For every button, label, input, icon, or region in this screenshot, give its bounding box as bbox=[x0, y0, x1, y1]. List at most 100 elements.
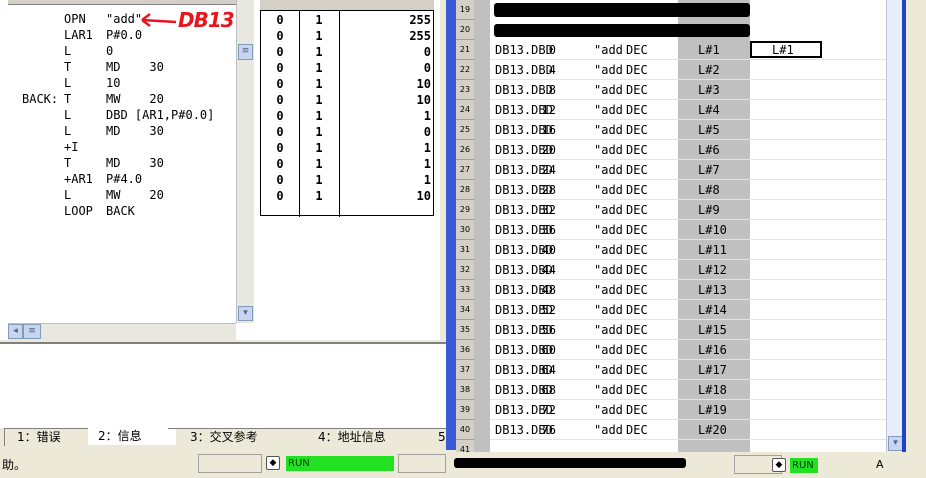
row-number[interactable]: 30 bbox=[456, 220, 474, 240]
tab-info[interactable]: 2：信息 bbox=[88, 428, 176, 445]
code-line[interactable]: LOOP BACK bbox=[0, 203, 240, 219]
table-row[interactable]: DB13.DBD 48 "add DEC L#13 bbox=[490, 280, 886, 300]
row-number[interactable]: 26 bbox=[456, 140, 474, 160]
table-row[interactable]: DB13.DBD 72 "add DEC L#19 bbox=[490, 400, 886, 420]
table-row[interactable]: DB13.DBD 68 "add DEC L#18 bbox=[490, 380, 886, 400]
code-operand: P#0.0 bbox=[106, 28, 143, 42]
tab-errors[interactable]: 1：错误 bbox=[4, 428, 99, 446]
offset-cell: 52 bbox=[541, 303, 556, 317]
code-vertical-scrollbar[interactable]: ≡ ▾ bbox=[236, 0, 254, 323]
table-row[interactable]: DB13.DBD 60 "add DEC L#16 bbox=[490, 340, 886, 360]
stl-code-editor[interactable]: OPN "add" LAR1 P#0.0 L 0 T MD 30 L 10 BACK: T MW 20 L… bbox=[0, 0, 255, 340]
code-line[interactable]: T MD 30 bbox=[0, 59, 240, 75]
code-line[interactable]: +AR1 P#4.0 bbox=[0, 171, 240, 187]
table-row[interactable]: DB13.DBD 76 "add DEC L#20 bbox=[490, 420, 886, 440]
code-line[interactable]: L 10 bbox=[0, 75, 240, 91]
symbol-cell: "add bbox=[594, 363, 623, 377]
status-accu: 10 bbox=[416, 189, 431, 203]
row-number[interactable]: 28 bbox=[456, 180, 474, 200]
table-row[interactable]: DB13.DBD 64 "add DEC L#17 bbox=[490, 360, 886, 380]
row-number[interactable]: 24 bbox=[456, 100, 474, 120]
row-number[interactable]: 20 bbox=[456, 20, 474, 40]
code-line[interactable]: L0 bbox=[0, 43, 240, 59]
symbol-cell: "add bbox=[594, 183, 623, 197]
row-number[interactable]: 33 bbox=[456, 280, 474, 300]
offset-cell: 16 bbox=[541, 123, 556, 137]
row-number[interactable]: 35 bbox=[456, 320, 474, 340]
modify-value-cell[interactable]: L#1 bbox=[772, 40, 794, 60]
status-value-cell: L#7 bbox=[698, 163, 720, 177]
code-operator: T bbox=[64, 156, 72, 170]
row-number[interactable]: 21 bbox=[456, 40, 474, 60]
table-row[interactable]: DB13.DBD 44 "add DEC L#12 bbox=[490, 260, 886, 280]
row-number[interactable]: 34 bbox=[456, 300, 474, 320]
row-number[interactable]: 23 bbox=[456, 80, 474, 100]
row-number[interactable]: 36 bbox=[456, 340, 474, 360]
status-sta: 1 bbox=[315, 141, 323, 155]
code-operand: MD 30 bbox=[106, 124, 164, 138]
table-row[interactable]: DB13.DBD 12 "add DEC L#4 bbox=[490, 100, 886, 120]
code-horizontal-scrollbar[interactable]: ◂ ≡ bbox=[8, 323, 236, 340]
table-row[interactable]: DB13.DBD 32 "add DEC L#9 bbox=[490, 200, 886, 220]
scroll-down-icon[interactable]: ▾ bbox=[238, 306, 253, 321]
code-line[interactable]: L DBD [AR1,P#0.0] bbox=[0, 107, 240, 123]
table-row[interactable]: DB13.DBD 56 "add DEC L#15 bbox=[490, 320, 886, 340]
status-accu: 10 bbox=[416, 77, 431, 91]
row-number[interactable]: 37 bbox=[456, 360, 474, 380]
table-row[interactable]: DB13.DBD 0 "add DEC L#1 L#1 bbox=[490, 40, 886, 60]
table-row[interactable]: DB13.DBD 20 "add DEC L#6 bbox=[490, 140, 886, 160]
row-number[interactable]: 31 bbox=[456, 240, 474, 260]
hscroll-thumb[interactable]: ≡ bbox=[23, 324, 41, 339]
row-number[interactable]: 19 bbox=[456, 0, 474, 20]
table-row[interactable]: DB13.DBD 4 "add DEC L#2 bbox=[490, 60, 886, 80]
table-row[interactable]: DB13.DBD 40 "add DEC L#11 bbox=[490, 240, 886, 260]
format-cell: DEC bbox=[626, 243, 648, 257]
offset-cell: 24 bbox=[541, 163, 556, 177]
status-pane: 0 1 255 0 1 255 0 1 0 0 1 0 0 1 10 0 1 10 0 1 1 0 1 0 0 1 1 0 1 1 0 1 1 0… bbox=[254, 0, 440, 340]
code-line[interactable]: L MD 30 bbox=[0, 123, 240, 139]
table-row[interactable]: DB13.DBD 16 "add DEC L#5 bbox=[490, 120, 886, 140]
offset-cell: 4 bbox=[548, 63, 556, 77]
scroll-down-icon[interactable]: ▾ bbox=[888, 436, 903, 451]
row-number[interactable]: 32 bbox=[456, 260, 474, 280]
table-vertical-scrollbar[interactable]: ▾ bbox=[886, 0, 903, 452]
code-line[interactable]: +I bbox=[0, 139, 240, 155]
tab-cross-reference[interactable]: 3：交叉参考 bbox=[168, 428, 302, 446]
status-sta: 1 bbox=[315, 157, 323, 171]
status-row: 0 1 1 bbox=[261, 172, 435, 188]
code-line[interactable]: T MD 30 bbox=[0, 155, 240, 171]
status-rlo: 0 bbox=[276, 13, 284, 27]
row-number[interactable]: 22 bbox=[456, 60, 474, 80]
row-number[interactable]: 25 bbox=[456, 120, 474, 140]
table-row[interactable]: DB13.DBD 36 "add DEC L#10 bbox=[490, 220, 886, 240]
output-panel bbox=[0, 342, 446, 428]
status-value-cell: L#13 bbox=[698, 283, 727, 297]
status-accu: 255 bbox=[409, 13, 431, 27]
symbol-cell: "add bbox=[594, 163, 623, 177]
offset-cell: 48 bbox=[541, 283, 556, 297]
symbol-cell: "add bbox=[594, 103, 623, 117]
cpu-status-icon: ◆ bbox=[266, 456, 280, 470]
row-number[interactable]: 27 bbox=[456, 160, 474, 180]
row-number[interactable]: 40 bbox=[456, 420, 474, 440]
table-row[interactable]: DB13.DBD 28 "add DEC L#8 bbox=[490, 180, 886, 200]
row-number[interactable]: 38 bbox=[456, 380, 474, 400]
scroll-left-icon[interactable]: ◂ bbox=[8, 324, 23, 339]
status-rlo: 0 bbox=[276, 157, 284, 171]
row-number[interactable]: 39 bbox=[456, 400, 474, 420]
table-row[interactable]: DB13.DBD 24 "add DEC L#7 bbox=[490, 160, 886, 180]
code-line[interactable]: L MW 20 bbox=[0, 187, 240, 203]
symbol-cell: "add bbox=[594, 63, 623, 77]
table-row[interactable]: DB13.DBD 52 "add DEC L#14 bbox=[490, 300, 886, 320]
table-row[interactable]: DB13.DBD 8 "add DEC L#3 bbox=[490, 80, 886, 100]
redaction-bar bbox=[494, 24, 750, 37]
row-number[interactable]: 29 bbox=[456, 200, 474, 220]
offset-cell: 12 bbox=[541, 103, 556, 117]
status-table: 0 1 255 0 1 255 0 1 0 0 1 0 0 1 10 0 1 10 0 1 1 0 1 0 0 1 1 0 1 1 0 1 1 0… bbox=[260, 10, 435, 217]
status-accu: 0 bbox=[423, 125, 431, 139]
offset-cell: 0 bbox=[548, 43, 556, 57]
scroll-thumb[interactable]: ≡ bbox=[238, 44, 253, 60]
code-line[interactable]: BACK: T MW 20 bbox=[0, 91, 240, 107]
tab-address-info[interactable]: 4：地址信息 bbox=[292, 428, 430, 446]
code-operand: MD 30 bbox=[106, 156, 164, 170]
